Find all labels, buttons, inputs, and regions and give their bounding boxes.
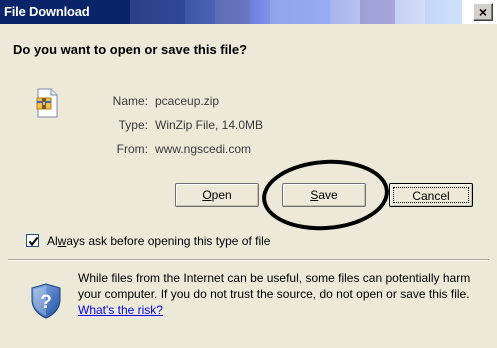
file-type-row: Type: WinZip File, 14.0MB: [0, 118, 497, 134]
window-title: File Download: [4, 4, 90, 19]
open-label: pen: [211, 188, 232, 202]
open-mnemonic: O: [202, 188, 212, 202]
whats-the-risk-link[interactable]: What's the risk?: [78, 303, 163, 317]
file-source-row: From: www.ngscedi.com: [0, 142, 497, 158]
type-value: WinZip File, 14.0MB: [155, 118, 264, 132]
cancel-button[interactable]: Cancel: [389, 183, 473, 207]
file-download-dialog: File Download × Do you want to open or s…: [0, 0, 497, 348]
name-label: Name:: [112, 94, 148, 108]
always-ask-checkbox[interactable]: [26, 234, 39, 247]
title-bar[interactable]: File Download ×: [0, 0, 497, 24]
from-label: From:: [116, 142, 148, 156]
close-icon: ×: [478, 4, 488, 20]
checkmark-icon: [28, 236, 39, 247]
svg-text:?: ?: [40, 292, 52, 313]
from-value: www.ngscedi.com: [155, 142, 252, 156]
security-shield-icon: ?: [31, 283, 61, 319]
open-button[interactable]: Open: [175, 183, 259, 207]
file-name-row: Name: pcaceup.zip: [0, 94, 497, 110]
divider: [8, 259, 489, 261]
cancel-label: Cancel: [393, 187, 469, 203]
dialog-question: Do you want to open or save this file?: [13, 42, 248, 57]
name-value: pcaceup.zip: [155, 94, 220, 108]
close-button[interactable]: ×: [473, 3, 493, 21]
warning-text: While files from the Internet can be use…: [78, 271, 471, 301]
always-ask-label-pre: Al: [47, 234, 58, 248]
always-ask-label[interactable]: Always ask before opening this type of f…: [47, 234, 270, 248]
hand-drawn-circle-around-save: [259, 155, 392, 235]
always-ask-label-post: ays ask before opening this type of file: [66, 234, 271, 248]
security-warning: While files from the Internet can be use…: [78, 270, 488, 318]
type-label: Type:: [118, 118, 148, 132]
